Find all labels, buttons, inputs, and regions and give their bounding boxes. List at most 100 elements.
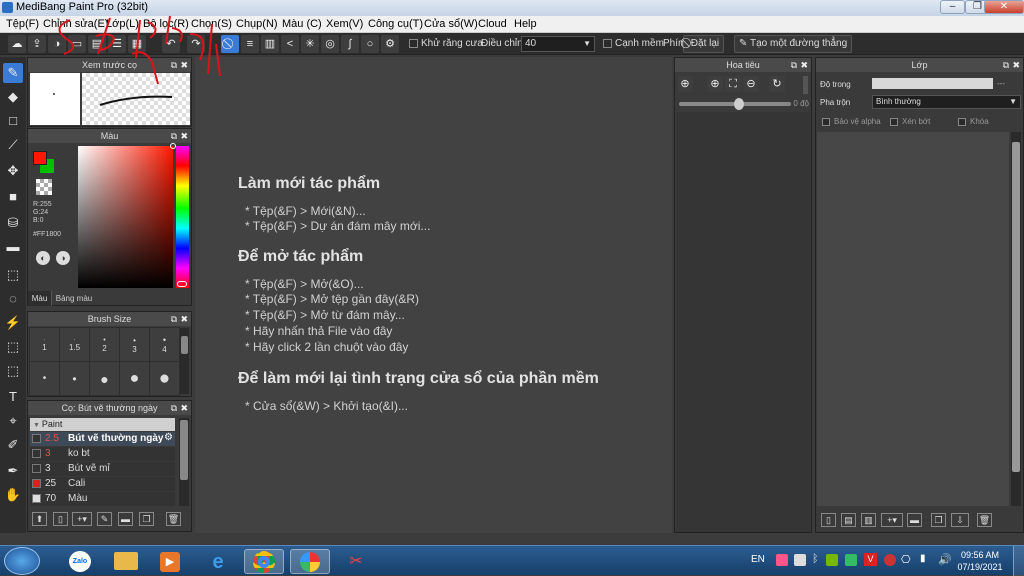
select-eraser-icon[interactable]: ⬚ — [3, 361, 23, 381]
add-brush-icon[interactable]: +▾ — [72, 512, 92, 526]
size-cell[interactable]: • — [59, 361, 90, 396]
upload-icon[interactable]: ⬆ — [32, 512, 47, 526]
close-icon[interactable]: ✖ — [800, 58, 808, 72]
move-tool-icon[interactable]: ✥ — [3, 161, 23, 181]
popout-icon[interactable]: ⧉ — [791, 58, 797, 72]
taskbar-media-player[interactable]: ▶ — [150, 549, 190, 574]
antivirus-icon[interactable]: V — [864, 553, 877, 566]
popout-icon[interactable]: ⧉ — [1003, 58, 1009, 72]
gradient-tool-icon[interactable]: ▬ — [3, 237, 23, 257]
cloud-icon[interactable]: ☁ — [8, 35, 26, 53]
brush-group-header[interactable]: ▼ Paint — [30, 418, 175, 431]
zoom-out-icon[interactable]: ⊖ — [743, 76, 759, 92]
edit-brush-icon[interactable]: ✎ — [97, 512, 112, 526]
close-icon[interactable]: ✖ — [180, 401, 188, 415]
network-icon[interactable]: ⎔ — [901, 553, 911, 566]
circle-snap-icon[interactable]: ○ — [361, 35, 379, 53]
bluetooth-icon[interactable]: ᛒ — [812, 553, 819, 565]
minimize-button[interactable]: – — [940, 0, 965, 14]
select-tool-icon[interactable]: ⬚ — [3, 265, 23, 285]
tray-app-icon[interactable] — [845, 554, 857, 566]
menu-window[interactable]: Cửa sổ(W) — [424, 18, 478, 30]
scrollbar[interactable] — [180, 328, 189, 394]
menu-cloud[interactable]: Cloud — [478, 18, 507, 30]
lock-checkbox[interactable] — [958, 118, 966, 126]
tray-app-icon[interactable] — [884, 554, 896, 566]
trash-icon[interactable]: 🗑 — [166, 512, 181, 526]
size-cell[interactable]: · 1 — [29, 327, 60, 362]
size-cell[interactable]: · 1.5 — [59, 327, 90, 362]
copy-icon[interactable]: ❐ — [139, 512, 154, 526]
brush-item[interactable]: 3 Bút vẽ mỉ — [30, 462, 175, 476]
language-indicator[interactable]: EN — [751, 554, 765, 565]
navigator-view[interactable] — [676, 112, 810, 532]
taskbar-ie[interactable]: e — [198, 549, 238, 574]
signal-icon[interactable]: ▮ — [920, 553, 926, 564]
scrollbar[interactable] — [1011, 132, 1021, 506]
divide-tool-icon[interactable]: ✐ — [3, 435, 23, 455]
straight-line-button[interactable]: ✎ Tạo một đường thẳng — [734, 35, 853, 53]
eyedropper-tool-icon[interactable]: ✒ — [3, 461, 23, 481]
taskbar-snipping[interactable]: ✂ — [336, 549, 376, 574]
folder-icon[interactable]: ▬ — [907, 513, 922, 527]
vanishing-point-icon[interactable]: < — [281, 35, 299, 53]
close-icon[interactable]: ✖ — [1012, 58, 1020, 72]
brush-item[interactable]: 3 ko bt — [30, 447, 175, 461]
settings-icon[interactable]: ⚙ — [381, 35, 399, 53]
popout-icon[interactable]: ⧉ — [171, 401, 177, 415]
new-layer-1bit-icon[interactable]: ▥ — [861, 513, 876, 527]
tab-color[interactable]: Màu — [28, 291, 52, 306]
close-button[interactable]: ✕ — [984, 0, 1024, 14]
taskbar-zalo[interactable]: Zalo — [60, 549, 100, 574]
menu-tools[interactable]: Công cụ(T) — [368, 18, 423, 30]
lasso-tool-icon[interactable]: ◌ — [3, 289, 23, 309]
text-tool-icon[interactable]: T — [3, 387, 23, 407]
opacity-slider[interactable] — [872, 78, 993, 89]
size-cell[interactable]: • 4 — [149, 327, 180, 362]
tray-app-icon[interactable] — [776, 554, 788, 566]
clock[interactable]: 09:56 AM 07/19/2021 — [955, 549, 1005, 573]
taskbar-chrome[interactable] — [244, 549, 284, 574]
concentric-snap-icon[interactable]: ◎ — [321, 35, 339, 53]
transparent-color-swatch[interactable] — [36, 179, 52, 195]
scrollbar[interactable] — [179, 418, 189, 506]
radial-snap-icon[interactable]: ✳ — [301, 35, 319, 53]
new-layer-8bit-icon[interactable]: ▤ — [841, 513, 856, 527]
size-cell[interactable]: ● — [89, 361, 120, 396]
tray-app-icon[interactable] — [794, 554, 806, 566]
rotate-reset-icon[interactable]: ↻ — [769, 76, 785, 92]
menu-help[interactable]: Help — [514, 18, 537, 30]
start-button[interactable] — [4, 547, 40, 575]
add-layer-dropdown-icon[interactable]: +▾ — [881, 513, 903, 527]
gear-icon[interactable]: ⚙ — [164, 432, 173, 443]
menu-capture[interactable]: Chụp(N) — [236, 18, 278, 30]
select-pen-icon[interactable]: ⬚ — [3, 337, 23, 357]
nvidia-icon[interactable] — [826, 554, 838, 566]
rotation-slider[interactable] — [679, 98, 791, 110]
size-cell[interactable]: • 2 — [89, 327, 120, 362]
fill-rect-icon[interactable]: ■ — [3, 187, 23, 207]
merge-layer-icon[interactable]: ⇩ — [951, 513, 969, 527]
protect-alpha-checkbox[interactable] — [822, 118, 830, 126]
brush-tool-icon[interactable]: ✎ — [3, 63, 23, 83]
menu-view[interactable]: Xem(V) — [326, 18, 363, 30]
parallel-snap-icon[interactable]: ≡ — [241, 35, 259, 53]
size-cell[interactable]: • 3 — [119, 327, 150, 362]
show-desktop-button[interactable] — [1013, 546, 1024, 576]
dot-brush-icon[interactable]: ⟋ — [3, 135, 23, 155]
folder-icon[interactable]: ▬ — [118, 512, 133, 526]
shape-tool-icon[interactable]: □ — [3, 111, 23, 131]
popout-icon[interactable]: ⧉ — [171, 312, 177, 326]
brush-item[interactable]: 25 Cali — [30, 477, 175, 491]
taskbar-medibang[interactable] — [290, 549, 330, 574]
magic-wand-icon[interactable]: ⚡ — [3, 313, 23, 333]
volume-icon[interactable]: 🔊 — [938, 553, 952, 566]
curve-snap-icon[interactable]: ∫ — [341, 35, 359, 53]
adjust-select[interactable]: 40 ▼ — [521, 36, 595, 52]
close-icon[interactable]: ✖ — [180, 129, 188, 143]
canh-mem-checkbox[interactable] — [603, 39, 612, 48]
tab-palette[interactable]: Bảng màu — [54, 291, 94, 306]
hand-tool-icon[interactable]: ✋ — [3, 485, 23, 505]
taskbar-explorer[interactable] — [106, 549, 146, 574]
operation-tool-icon[interactable]: ⌖ — [3, 411, 23, 431]
